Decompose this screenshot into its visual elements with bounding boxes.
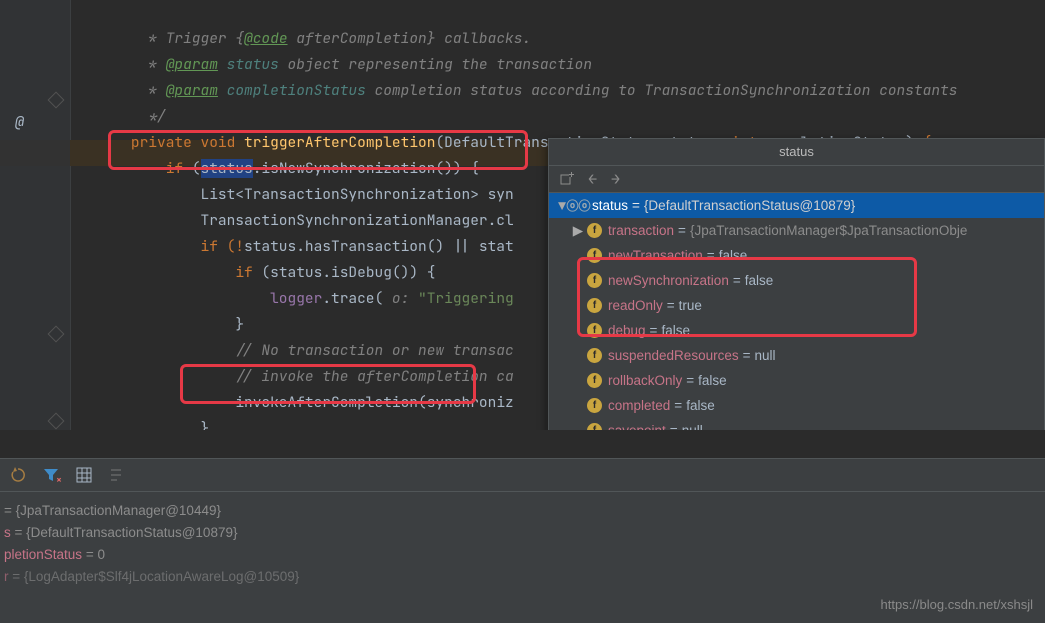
editor-gutter: @ ♥ (0, 0, 71, 430)
restart-icon[interactable] (10, 467, 26, 483)
debugger-toolbar: × (0, 459, 1045, 492)
var-row[interactable]: f debug=false (549, 318, 1044, 343)
var-row[interactable]: f savepoint=null (549, 418, 1044, 430)
var-row[interactable]: f readOnly=true (549, 293, 1044, 318)
gutter-annotation-at: @ (15, 112, 24, 132)
code-editor[interactable]: @ ♥ * Trigger {@code afterCompletion} ca… (0, 0, 1045, 430)
field-icon: f (587, 423, 602, 430)
frame-variables[interactable]: = {JpaTransactionManager@10449} s = {Def… (0, 492, 1045, 588)
field-icon: f (587, 348, 602, 363)
var-row[interactable]: f suspendedResources=null (549, 343, 1044, 368)
chevron-right-icon[interactable]: ▶ (571, 223, 585, 239)
evaluate-icon[interactable] (108, 467, 124, 483)
watermark-text: https://blog.csdn.net/xshsjl (881, 597, 1033, 612)
debug-value-popup[interactable]: status ← → ▼ ⓞⓞ status = {DefaultTransac… (548, 138, 1045, 430)
object-icon: ⓞⓞ (571, 198, 586, 213)
var-row[interactable]: f newSynchronization=false (549, 268, 1044, 293)
var-row[interactable]: f completed=false (549, 393, 1044, 418)
var-row[interactable]: f newTransaction=false (549, 243, 1044, 268)
field-icon: f (587, 223, 602, 238)
var-row-transaction[interactable]: ▶ f transaction={JpaTransactionManager$J… (549, 218, 1044, 243)
popup-toolbar: ← → (549, 166, 1044, 193)
field-icon: f (587, 298, 602, 313)
field-icon: f (587, 373, 602, 388)
field-icon: f (587, 398, 602, 413)
field-icon: f (587, 323, 602, 338)
new-watch-icon[interactable] (559, 172, 574, 187)
popup-title: status (549, 139, 1044, 166)
field-icon: f (587, 273, 602, 288)
filter-icon[interactable]: × (42, 466, 60, 484)
back-icon[interactable]: ← (588, 169, 597, 189)
var-row[interactable]: f rollbackOnly=false (549, 368, 1044, 393)
table-view-icon[interactable] (76, 467, 92, 483)
var-row-root[interactable]: ▼ ⓞⓞ status = {DefaultTransactionStatus@… (549, 193, 1044, 218)
forward-icon[interactable]: → (611, 169, 620, 189)
popup-variables[interactable]: ▼ ⓞⓞ status = {DefaultTransactionStatus@… (549, 193, 1044, 430)
field-icon: f (587, 248, 602, 263)
